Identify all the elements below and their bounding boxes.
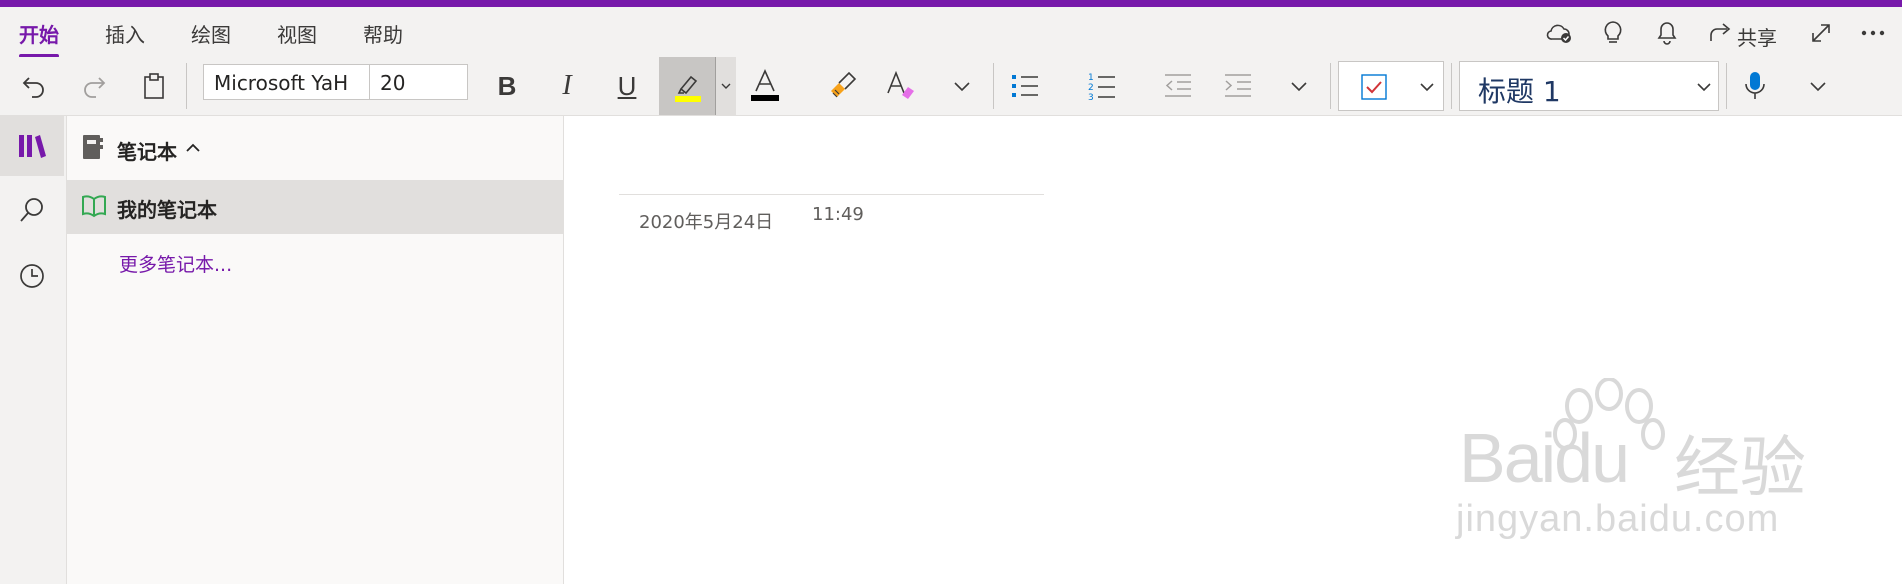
indent-icon xyxy=(1225,74,1251,97)
font-size-field[interactable]: 20 xyxy=(369,64,468,100)
notebook-icon xyxy=(83,135,103,159)
chevron-down-icon xyxy=(1810,82,1826,92)
watermark-url: jingyan.baidu.com xyxy=(1456,498,1780,540)
bold-icon: B xyxy=(497,70,517,101)
app-accent-bar xyxy=(0,0,1902,7)
numbered-list-button[interactable]: 1 2 3 xyxy=(1082,61,1122,111)
bell-icon[interactable] xyxy=(1651,17,1683,49)
clipboard-button[interactable] xyxy=(134,61,174,111)
microphone-icon xyxy=(1745,72,1765,99)
undo-button[interactable] xyxy=(14,61,54,111)
page-date: 2020年5月24日 xyxy=(639,212,774,233)
highlight-dropdown-button[interactable] xyxy=(715,57,736,115)
chevron-up-icon[interactable] xyxy=(185,142,201,154)
library-icon xyxy=(19,135,46,158)
font-color-button[interactable] xyxy=(745,61,785,111)
open-book-icon xyxy=(82,195,106,218)
clear-format-icon xyxy=(887,71,914,99)
decrease-indent-button[interactable] xyxy=(1158,61,1198,111)
svg-text:1: 1 xyxy=(1088,73,1094,83)
fullscreen-icon[interactable] xyxy=(1805,17,1837,49)
underline-button[interactable]: U xyxy=(607,61,647,111)
chevron-down-icon xyxy=(721,83,731,89)
notebook-item-my-notebook[interactable]: 我的笔记本 xyxy=(67,180,563,234)
bullet-list-button[interactable] xyxy=(1005,61,1045,111)
svg-text:2: 2 xyxy=(1088,83,1094,93)
more-paragraph-button[interactable] xyxy=(1279,61,1319,111)
page-title-underline xyxy=(619,194,1044,195)
highlighter-icon xyxy=(675,75,701,102)
toolbar-separator xyxy=(993,63,994,109)
clock-icon xyxy=(20,264,44,288)
paw-logo xyxy=(1553,378,1665,450)
more-options-icon[interactable] xyxy=(1857,17,1889,49)
toolbar-separator xyxy=(1330,63,1331,109)
outdent-icon xyxy=(1165,74,1191,97)
more-dictate-button[interactable] xyxy=(1798,61,1838,111)
italic-icon: I xyxy=(562,70,572,101)
toolbar-separator xyxy=(186,63,187,109)
chevron-down-icon xyxy=(1697,83,1711,92)
search-nav-button[interactable] xyxy=(0,180,64,240)
font-name-field[interactable]: Microsoft YaH xyxy=(203,64,370,100)
toolbar-separator xyxy=(1451,63,1452,109)
share-label[interactable]: 共享 xyxy=(1737,22,1777,51)
format-painter-button[interactable] xyxy=(822,61,862,111)
navigation-rail xyxy=(0,116,67,584)
todo-checkbox-icon xyxy=(1361,74,1387,100)
notebooks-header-label: 笔记本 xyxy=(117,140,177,164)
sync-status-icon[interactable] xyxy=(1543,17,1575,49)
page-canvas[interactable]: 2020年5月24日 11:49 Baidu 经验 jingyan.baidu.… xyxy=(564,116,1902,584)
paragraph-style-dropdown[interactable]: 标题 1 xyxy=(1459,61,1719,111)
more-text-formatting-button[interactable] xyxy=(942,61,982,111)
clear-formatting-button[interactable] xyxy=(882,61,922,111)
ribbon-tab-bar: 开始 插入 绘图 视图 帮助 共享 xyxy=(0,7,1902,58)
chevron-down-icon xyxy=(954,82,970,92)
underline-icon: U xyxy=(617,70,637,101)
tag-selector[interactable] xyxy=(1338,61,1444,111)
paintbrush-icon xyxy=(831,71,857,98)
font-color-icon xyxy=(751,69,779,101)
chevron-down-icon xyxy=(1291,82,1307,92)
watermark-jingyan: 经验 xyxy=(1674,430,1806,504)
notebooks-pane: 笔记本 我的笔记本 更多笔记本... xyxy=(67,116,564,584)
paragraph-style-value: 标题 1 xyxy=(1478,75,1561,108)
bullet-list-icon xyxy=(1012,75,1038,97)
search-icon xyxy=(20,198,43,222)
bold-button[interactable]: B xyxy=(487,61,527,111)
lightbulb-icon[interactable] xyxy=(1597,17,1629,49)
increase-indent-button[interactable] xyxy=(1218,61,1258,111)
italic-button[interactable]: I xyxy=(547,61,587,111)
more-notebooks-link[interactable]: 更多笔记本... xyxy=(119,250,232,277)
notebooks-header[interactable]: 笔记本 xyxy=(67,116,563,180)
svg-text:3: 3 xyxy=(1088,93,1094,101)
share-icon[interactable] xyxy=(1705,17,1737,49)
chevron-down-icon[interactable] xyxy=(1419,81,1435,93)
dictate-button[interactable] xyxy=(1735,61,1775,111)
toolbar-separator xyxy=(1726,63,1727,109)
highlight-button[interactable] xyxy=(659,57,736,115)
numbered-list-icon: 1 2 3 xyxy=(1088,73,1115,101)
notebook-item-label: 我的笔记本 xyxy=(117,198,217,222)
ribbon-toolbar: Microsoft YaH 20 B I U 1 2 3 标题 1 xyxy=(0,57,1902,116)
page-time: 11:49 xyxy=(812,204,864,225)
redo-button[interactable] xyxy=(74,61,114,111)
notebooks-nav-button[interactable] xyxy=(0,116,64,176)
title-right-actions: 共享 xyxy=(0,17,1902,51)
recent-nav-button[interactable] xyxy=(0,246,64,306)
